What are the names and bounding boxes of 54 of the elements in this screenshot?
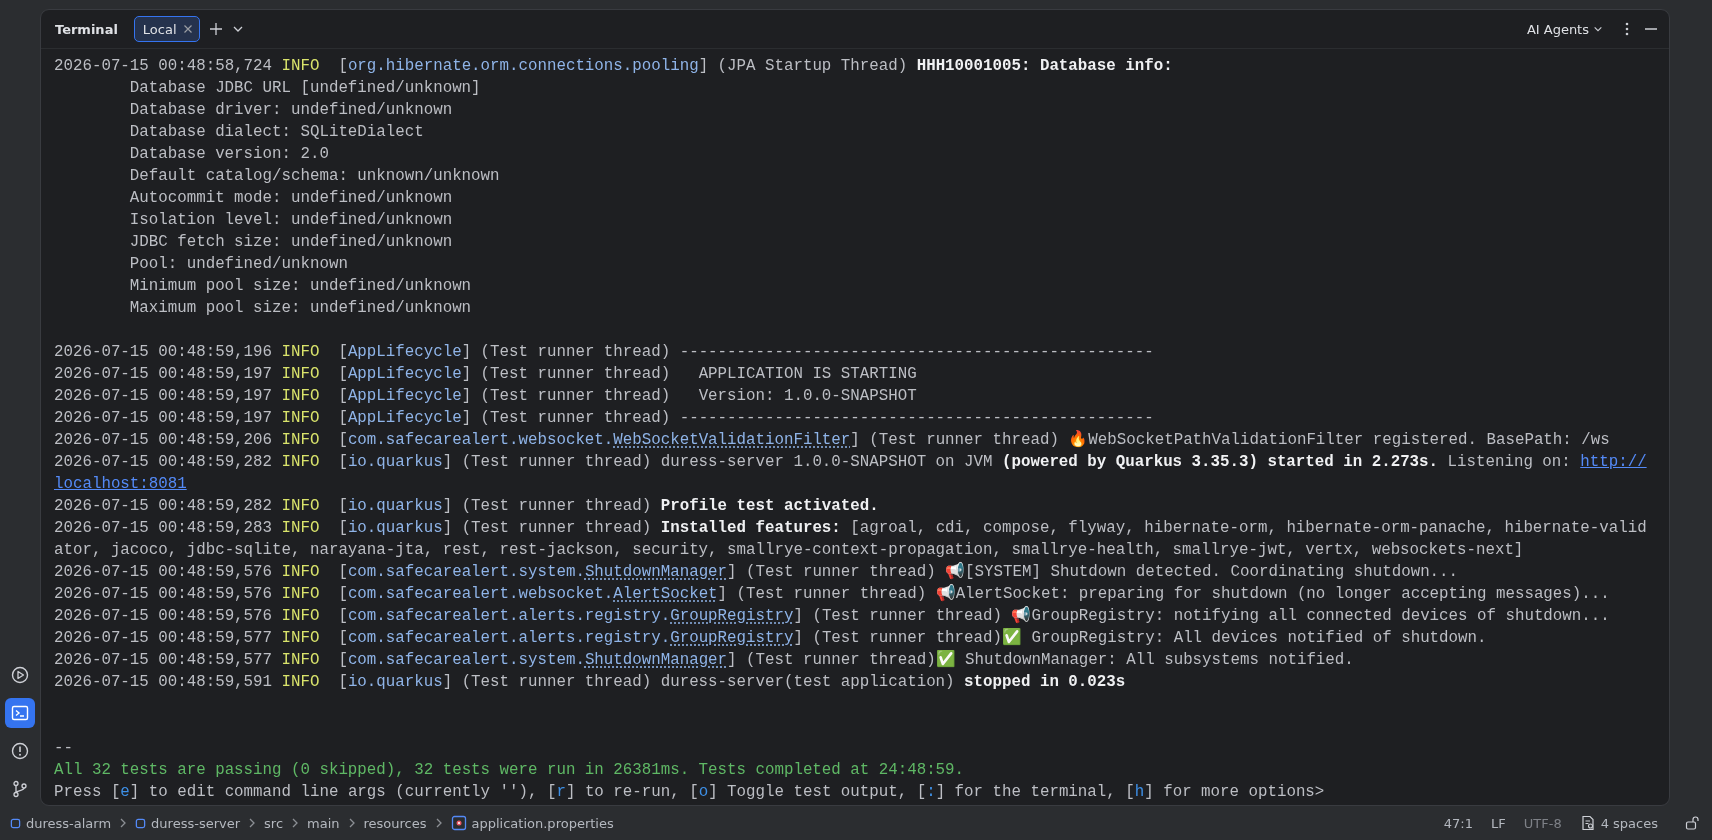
log-line: 2026-07-15 00:48:59,576 INFO [com.safecarealert.alerts.registry.GroupRegistry] (Test runner thread) 📢GroupRegistry: notifying all connected devices of shutdown... — [54, 605, 1611, 627]
document-icon — [1579, 815, 1596, 831]
log-line: Minimum pool size: undefined/unknown — [128, 276, 473, 297]
log-line: Autocommit mode: undefined/unknown — [128, 188, 454, 209]
breadcrumb-item[interactable]: main — [307, 815, 340, 831]
log-line: -- — [54, 738, 74, 759]
agents-dropdown[interactable]: AI Agents — [1526, 21, 1603, 37]
close-icon[interactable] — [182, 24, 193, 34]
breadcrumb-item[interactable]: duress-alarm — [10, 815, 112, 831]
log-line: Isolation level: undefined/unknown — [128, 210, 454, 231]
module-icon — [10, 817, 21, 829]
log-line: 2026-07-15 00:48:59,196 INFO [AppLifecycle] (Test runner thread) -------------------------------------------------- — [54, 342, 1155, 363]
line-separator[interactable]: LF — [1485, 815, 1512, 831]
log-line: 2026-07-15 00:48:59,206 INFO [com.safecarealert.websocket.WebSocketValidationFilter] (Test runner thread) 🔥WebSocketPathValidationFilter registered. BasePath: /ws — [54, 429, 1611, 451]
breadcrumb-item[interactable]: resources — [363, 815, 427, 831]
log-line: Pool: undefined/unknown — [128, 254, 349, 275]
log-line: 2026-07-15 00:48:58,724 INFO [org.hibernate.orm.connections.pooling] (JPA Startup Thread) HHH10001005: Database info: — [54, 56, 1174, 77]
log-text: 2026-07-15 00:48:59,282 INFO [io.quarkus] (Test runner thread) duress-server 1.0.0-SNAPSHOT on JVM (powered by Quarkus 3.35.3) started in 2.273s. Listening on: — [54, 453, 1572, 471]
plus-icon[interactable] — [207, 21, 224, 37]
log-line: Database JDBC URL [undefined/unknown] — [128, 78, 482, 99]
log-line: Database version: 2.0 — [128, 144, 330, 165]
log-line: 2026-07-15 00:48:59,283 INFO [io.quarkus] (Test runner thread) Installed features: [agroal, cdi, compose, flyway, hibernate-orm, hibernate-orm-panache, hibernate-valid — [54, 518, 1648, 539]
url-link[interactable]: http:// — [1580, 453, 1647, 471]
log-line: Database driver: undefined/unknown — [128, 100, 454, 121]
properties-file-icon — [450, 815, 467, 831]
lock-icon[interactable] — [1684, 815, 1700, 831]
panel-title: Terminal — [55, 21, 118, 37]
breadcrumb-item[interactable]: src — [264, 815, 284, 831]
log-line: 2026-07-15 00:48:59,197 INFO [AppLifecycle] (Test runner thread) APPLICATION IS STARTING — [54, 364, 918, 385]
log-line: 2026-07-15 00:48:59,576 INFO [com.safecarealert.system.ShutdownManager] (Test runner thread) 📢[SYSTEM] Shutdown detected. Coordinating shutdown... — [54, 561, 1460, 583]
module-icon — [135, 817, 147, 829]
breadcrumb-item[interactable]: application.properties — [450, 815, 614, 831]
caret-position[interactable]: 47:1 — [1437, 815, 1480, 831]
chevron-down-icon — [1593, 24, 1603, 34]
log-line: Maximum pool size: undefined/unknown — [128, 298, 473, 319]
log-line: 2026-07-15 00:48:59,197 INFO [AppLifecycle] (Test runner thread) Version: 1.0.0-SNAPSHOT — [54, 386, 918, 407]
terminal-tab[interactable]: Local — [133, 16, 200, 42]
terminal-icon[interactable] — [5, 698, 35, 728]
log-line: 2026-07-15 00:48:59,576 INFO [com.safecarealert.websocket.AlertSocket] (Test runner thread) 📢AlertSocket: preparing for shutdown (no longer accepting messages)... — [54, 583, 1611, 605]
log-line: 2026-07-15 00:48:59,282 INFO [io.quarkus] (Test runner thread) Profile test activated. — [54, 496, 880, 517]
log-line: Default catalog/schema: unknown/unknown — [128, 166, 501, 187]
log-line: Database dialect: SQLiteDialect — [128, 122, 425, 143]
log-line: ator, jacoco, jdbc-sqlite, narayana-jta, rest, rest-jackson, security, smallrye-context-propagation, smallrye-health, smallrye-jwt, vertx, websockets-next] — [54, 540, 1525, 561]
log-line: 2026-07-15 00:48:59,591 INFO [io.quarkus] (Test runner thread) duress-server(test application) stopped in 0.023s — [54, 672, 1127, 693]
indent-setting[interactable]: 4 spaces — [1573, 815, 1664, 831]
log-line: Press [e] to edit command line args (currently ''), [r] to re-run, [o] Toggle test output, [:] for the terminal, [h] for more options> — [54, 782, 1326, 803]
breadcrumb-item[interactable]: duress-server — [135, 815, 241, 831]
url-link[interactable]: localhost:8081 — [54, 475, 187, 493]
log-line: 2026-07-15 00:48:59,577 INFO [com.safecarealert.system.ShutdownManager] (Test runner thread)✅ ShutdownManager: All subsystems notified. — [54, 649, 1355, 671]
log-line: 2026-07-15 00:48:59,577 INFO [com.safecarealert.alerts.registry.GroupRegistry] (Test runner thread)✅ GroupRegistry: All devices notified of shutdown. — [54, 627, 1488, 649]
log-line: JDBC fetch size: undefined/unknown — [128, 232, 454, 253]
log-line: 2026-07-15 00:48:59,197 INFO [AppLifecycle] (Test runner thread) -------------------------------------------------- — [54, 408, 1155, 429]
log-line: All 32 tests are passing (0 skipped), 32 tests were run in 26381ms. Tests completed at 24:48:59. — [54, 760, 966, 781]
file-encoding[interactable]: UTF-8 — [1517, 815, 1568, 831]
